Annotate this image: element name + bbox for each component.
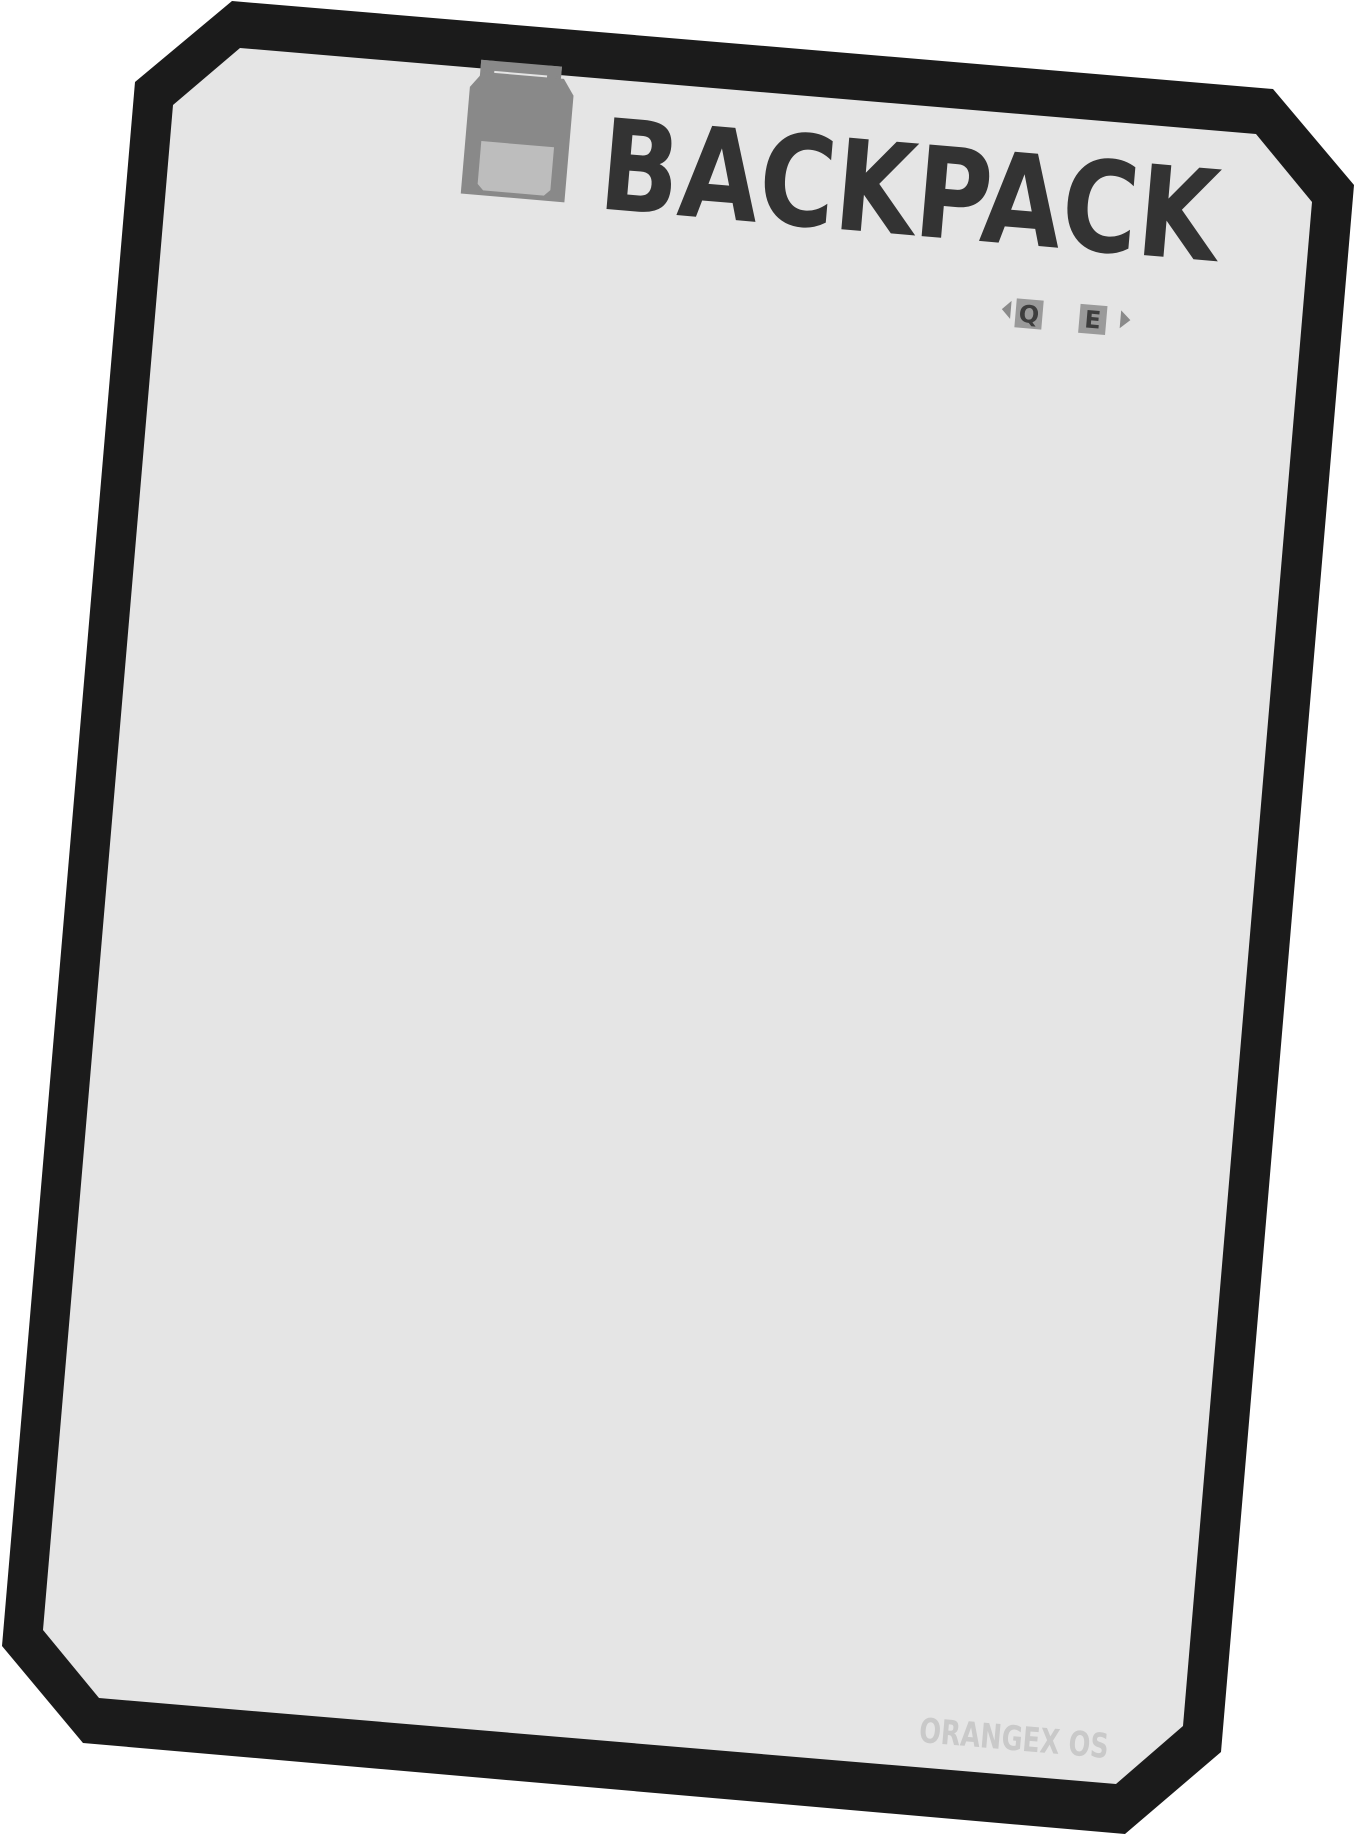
panel-content	[43, 48, 1312, 1784]
e-key-label: E	[1083, 305, 1102, 334]
backpack-icon	[460, 59, 574, 203]
backpack-panel: BACKPACK Q E ORANGEX OS	[2, 1, 1354, 1834]
q-key-label: Q	[1018, 300, 1041, 330]
backpack-screen: BACKPACK Q E ORANGEX OS	[0, 0, 1356, 1834]
